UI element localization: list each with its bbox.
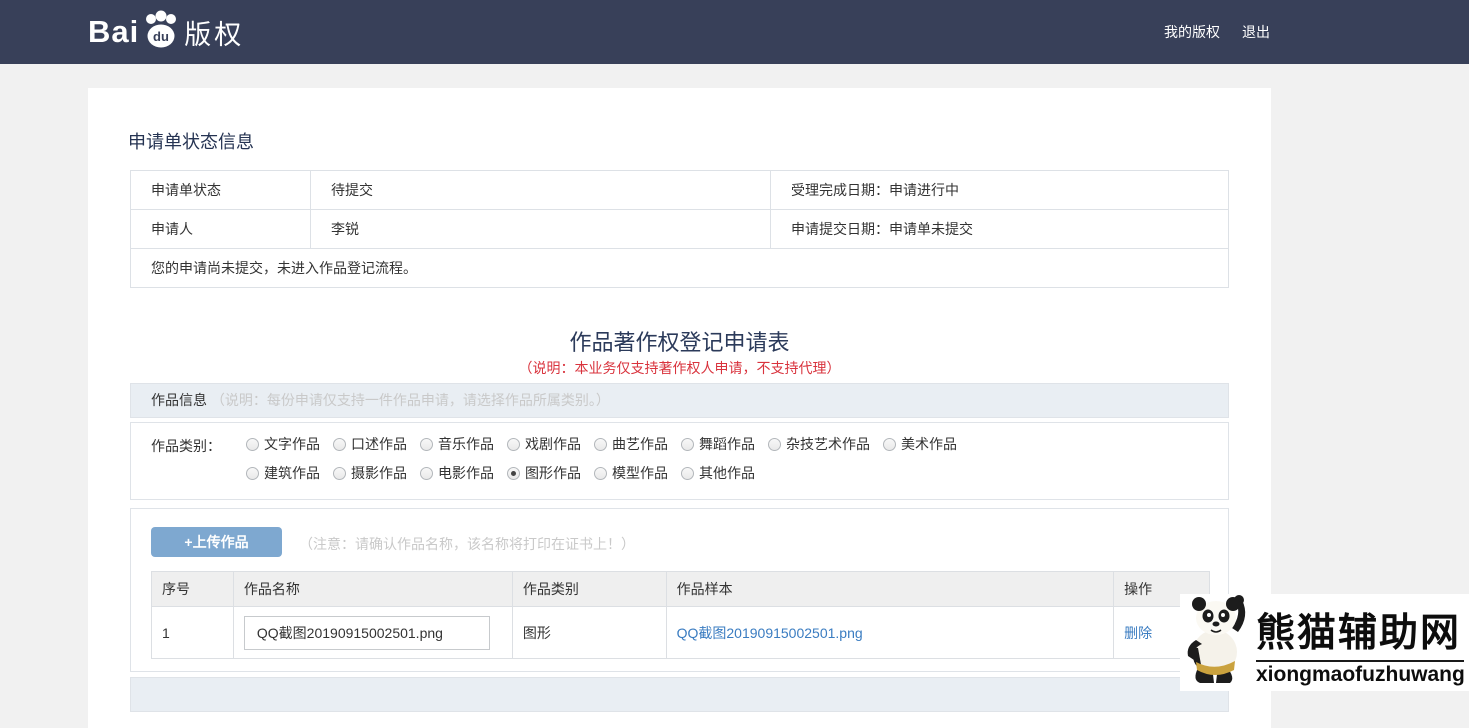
header-work-sample: 作品样本 [666, 572, 1113, 607]
status-section-title: 申请单状态信息 [128, 128, 254, 154]
watermark-subtitle: xiongmaofuzhuwang [1256, 663, 1468, 687]
radio-category-drama[interactable]: 戏剧作品 [507, 434, 581, 454]
work-name-input[interactable] [244, 616, 490, 650]
radio-category-fine-art[interactable]: 美术作品 [883, 434, 957, 454]
next-section-bar [130, 677, 1229, 712]
row-index: 1 [152, 607, 234, 659]
radio-icon[interactable] [507, 438, 520, 451]
radio-icon[interactable] [768, 438, 781, 451]
table-row: 申请单状态 待提交 受理完成日期：申请进行中 [131, 171, 1228, 210]
radio-label: 其他作品 [699, 463, 755, 483]
panda-mascot-icon [1180, 590, 1256, 691]
radio-label: 戏剧作品 [525, 434, 581, 454]
applicant-value: 李锐 [311, 210, 771, 248]
main-content-card: 申请单状态信息 申请单状态 待提交 受理完成日期：申请进行中 申请人 李锐 申请… [88, 88, 1271, 728]
radio-label: 文字作品 [264, 434, 320, 454]
radio-category-dance[interactable]: 舞蹈作品 [681, 434, 755, 454]
radio-category-graphic-selected[interactable]: 图形作品 [507, 463, 581, 483]
upload-work-button[interactable]: +上传作品 [151, 527, 282, 557]
row-category: 图形 [512, 607, 666, 659]
watermark-text-block: 熊猫辅助网 xiongmaofuzhuwang [1256, 611, 1468, 691]
works-table: 序号 作品名称 作品类别 作品样本 操作 1 图形 QQ截图2019091500… [151, 571, 1210, 659]
logo-text-bai: Bai [88, 14, 139, 50]
radio-label: 杂技艺术作品 [786, 434, 870, 454]
baidu-paw-icon: du [140, 9, 182, 56]
delete-link[interactable]: 删除 [1124, 625, 1152, 641]
radio-icon[interactable] [883, 438, 896, 451]
svg-text:du: du [153, 29, 169, 44]
submit-date: 申请提交日期：申请单未提交 [771, 210, 1228, 248]
status-label: 申请单状态 [131, 171, 311, 209]
form-title: 作品著作权登记申请表 [88, 325, 1271, 357]
radio-label: 音乐作品 [438, 434, 494, 454]
radio-category-other[interactable]: 其他作品 [681, 463, 755, 483]
applicant-label: 申请人 [131, 210, 311, 248]
radio-label: 摄影作品 [351, 463, 407, 483]
radio-label: 电影作品 [438, 463, 494, 483]
watermark-overlay: 熊猫辅助网 xiongmaofuzhuwang [1180, 594, 1469, 691]
status-note: 您的申请尚未提交，未进入作品登记流程。 [131, 249, 1228, 287]
radio-label: 模型作品 [612, 463, 668, 483]
row-sample-cell: QQ截图20190915002501.png [666, 607, 1113, 659]
header-work-name: 作品名称 [233, 572, 512, 607]
radio-icon[interactable] [333, 438, 346, 451]
work-info-section-note: （说明：每份申请仅支持一件作品申请，请选择作品所属类别。） [211, 392, 610, 408]
work-category-label: 作品类别： [151, 436, 221, 456]
baidu-copyright-logo[interactable]: Bai du 版权 [88, 8, 244, 56]
radio-icon[interactable] [246, 438, 259, 451]
category-row-2: 建筑作品 摄影作品 电影作品 图形作品 模型作品 其他作品 [246, 463, 768, 483]
radio-category-music[interactable]: 音乐作品 [420, 434, 494, 454]
radio-category-film[interactable]: 电影作品 [420, 463, 494, 483]
radio-icon[interactable] [594, 438, 607, 451]
table-row: 您的申请尚未提交，未进入作品登记流程。 [131, 249, 1228, 288]
work-info-section-title: 作品信息 [151, 392, 207, 408]
acceptance-date: 受理完成日期：申请进行中 [771, 171, 1228, 209]
watermark-title: 熊猫辅助网 [1256, 611, 1468, 658]
status-value: 待提交 [311, 171, 771, 209]
radio-icon[interactable] [420, 438, 433, 451]
radio-icon[interactable] [246, 467, 259, 480]
radio-category-photography[interactable]: 摄影作品 [333, 463, 407, 483]
radio-checked-icon[interactable] [507, 467, 520, 480]
radio-label: 曲艺作品 [612, 434, 668, 454]
header-work-category: 作品类别 [512, 572, 666, 607]
radio-icon[interactable] [681, 467, 694, 480]
upload-note: （注意：请确认作品名称，该名称将打印在证书上！） [299, 534, 635, 554]
radio-icon[interactable] [681, 438, 694, 451]
radio-category-architecture[interactable]: 建筑作品 [246, 463, 320, 483]
radio-icon[interactable] [333, 467, 346, 480]
radio-label: 口述作品 [351, 434, 407, 454]
table-row: 1 图形 QQ截图20190915002501.png 删除 [152, 607, 1210, 659]
nav-logout-link[interactable]: 退出 [1242, 22, 1270, 42]
work-sample-link[interactable]: QQ截图20190915002501.png [677, 625, 863, 641]
table-row: 申请人 李锐 申请提交日期：申请单未提交 [131, 210, 1228, 249]
radio-category-model[interactable]: 模型作品 [594, 463, 668, 483]
radio-category-text[interactable]: 文字作品 [246, 434, 320, 454]
header-index: 序号 [152, 572, 234, 607]
radio-label: 图形作品 [525, 463, 581, 483]
status-info-table: 申请单状态 待提交 受理完成日期：申请进行中 申请人 李锐 申请提交日期：申请单… [130, 170, 1229, 288]
radio-label: 美术作品 [901, 434, 957, 454]
radio-icon[interactable] [594, 467, 607, 480]
works-table-header-row: 序号 作品名称 作品类别 作品样本 操作 [152, 572, 1210, 607]
nav-my-copyright-link[interactable]: 我的版权 [1164, 22, 1220, 42]
work-category-box: 作品类别： 文字作品 口述作品 音乐作品 戏剧作品 曲艺作品 舞蹈作品 杂技艺术… [130, 422, 1229, 500]
radio-icon[interactable] [420, 467, 433, 480]
navbar-links: 我的版权 退出 [1164, 0, 1270, 64]
radio-label: 建筑作品 [264, 463, 320, 483]
radio-category-oral[interactable]: 口述作品 [333, 434, 407, 454]
radio-category-acrobatic[interactable]: 杂技艺术作品 [768, 434, 870, 454]
work-info-section-bar: 作品信息 （说明：每份申请仅支持一件作品申请，请选择作品所属类别。） [130, 383, 1229, 418]
radio-label: 舞蹈作品 [699, 434, 755, 454]
upload-section-box: +上传作品 （注意：请确认作品名称，该名称将打印在证书上！） 序号 作品名称 作… [130, 508, 1229, 672]
form-subtitle-warning: （说明：本业务仅支持著作权人申请，不支持代理） [88, 358, 1271, 378]
category-row-1: 文字作品 口述作品 音乐作品 戏剧作品 曲艺作品 舞蹈作品 杂技艺术作品 美术作… [246, 434, 970, 454]
row-name-cell [233, 607, 512, 659]
watermark-divider [1256, 660, 1464, 662]
top-navbar: Bai du 版权 我的版权 退出 [0, 0, 1469, 64]
logo-text-banquan: 版权 [184, 13, 244, 52]
radio-category-quyi[interactable]: 曲艺作品 [594, 434, 668, 454]
